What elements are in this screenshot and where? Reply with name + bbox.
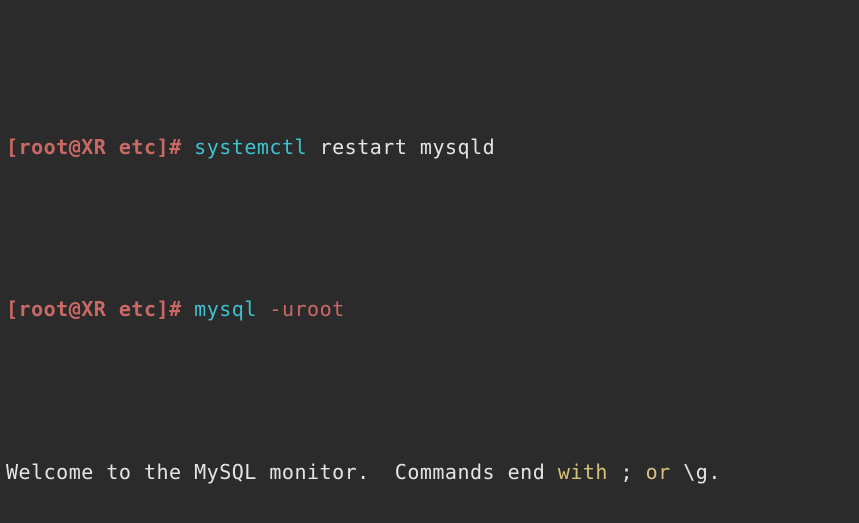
kw-with: with xyxy=(558,460,608,484)
cmd-mysql: mysql xyxy=(194,297,257,321)
txt: Welcome to the MySQL monitor. Commands e… xyxy=(6,460,558,484)
kw-or: or xyxy=(646,460,671,484)
prompt-bracket-close: ] xyxy=(157,297,170,321)
prompt-bracket-open: [ xyxy=(6,135,19,159)
prompt-hash: # xyxy=(169,297,182,321)
prompt-bracket-close: ] xyxy=(157,135,170,159)
cmd-systemctl-args: restart mysqld xyxy=(307,135,495,159)
prompt-hash: # xyxy=(169,135,182,159)
prompt-user-host: root@XR xyxy=(19,135,107,159)
prompt-user-host: root@XR xyxy=(19,297,107,321)
mysql-banner-line-1: Welcome to the MySQL monitor. Commands e… xyxy=(6,456,859,489)
prompt-path: etc xyxy=(106,135,156,159)
terminal-output[interactable]: [root@XR etc]# systemctl restart mysqld … xyxy=(0,0,859,523)
txt: \g. xyxy=(671,460,721,484)
shell-command-line-2: [root@XR etc]# mysql -uroot xyxy=(6,294,859,324)
prompt-bracket-open: [ xyxy=(6,297,19,321)
txt: ; xyxy=(608,460,646,484)
sp xyxy=(182,297,195,321)
cmd-systemctl: systemctl xyxy=(194,135,307,159)
sp xyxy=(182,135,195,159)
cmd-mysql-arg: root xyxy=(295,297,345,321)
shell-command-line-1: [root@XR etc]# systemctl restart mysqld xyxy=(6,132,859,162)
cmd-mysql-flag: -u xyxy=(257,297,295,321)
prompt-path: etc xyxy=(106,297,156,321)
